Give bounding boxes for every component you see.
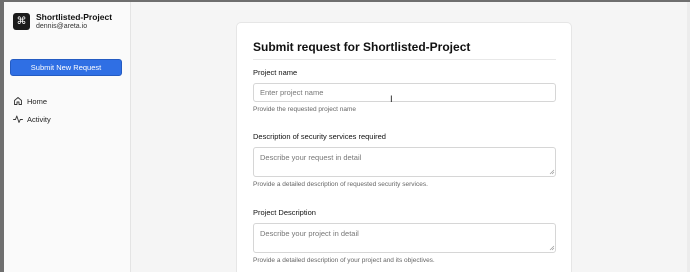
- project-name-hint: Provide the requested project name: [253, 106, 356, 113]
- resize-grip-icon[interactable]: [549, 169, 555, 175]
- activity-icon: [13, 115, 23, 123]
- title-divider: [253, 59, 556, 60]
- sidebar-item-activity[interactable]: Activity: [13, 114, 51, 124]
- resize-grip-icon[interactable]: [549, 245, 555, 251]
- submit-new-request-button[interactable]: Submit New Request: [10, 59, 122, 76]
- page-title: Submit request for Shortlisted-Project: [253, 40, 471, 54]
- request-form-card: Submit request for Shortlisted-Project P…: [236, 22, 572, 272]
- project-description-hint: Provide a detailed description of your p…: [253, 257, 435, 264]
- project-description-textarea[interactable]: [253, 223, 556, 253]
- sidebar: ⌘ Shortlisted-Project dennis@areta.io Su…: [4, 2, 131, 272]
- project-name: Shortlisted-Project: [36, 12, 113, 22]
- project-header[interactable]: ⌘ Shortlisted-Project dennis@areta.io: [13, 12, 112, 31]
- project-description-label: Project Description: [253, 208, 316, 217]
- security-services-label: Description of security services require…: [253, 132, 386, 141]
- project-name-label: Project name: [253, 68, 298, 77]
- sidebar-item-label: Activity: [27, 114, 51, 124]
- security-services-textarea[interactable]: [253, 147, 556, 177]
- sidebar-item-label: Home: [27, 96, 48, 106]
- command-icon: ⌘: [13, 13, 30, 30]
- security-services-hint: Provide a detailed description of reques…: [253, 181, 428, 188]
- user-email: dennis@areta.io: [36, 23, 88, 30]
- sidebar-item-home[interactable]: Home: [13, 96, 47, 106]
- home-icon: [14, 97, 22, 105]
- text-cursor-icon: I: [390, 95, 393, 105]
- project-name-input[interactable]: [253, 83, 556, 102]
